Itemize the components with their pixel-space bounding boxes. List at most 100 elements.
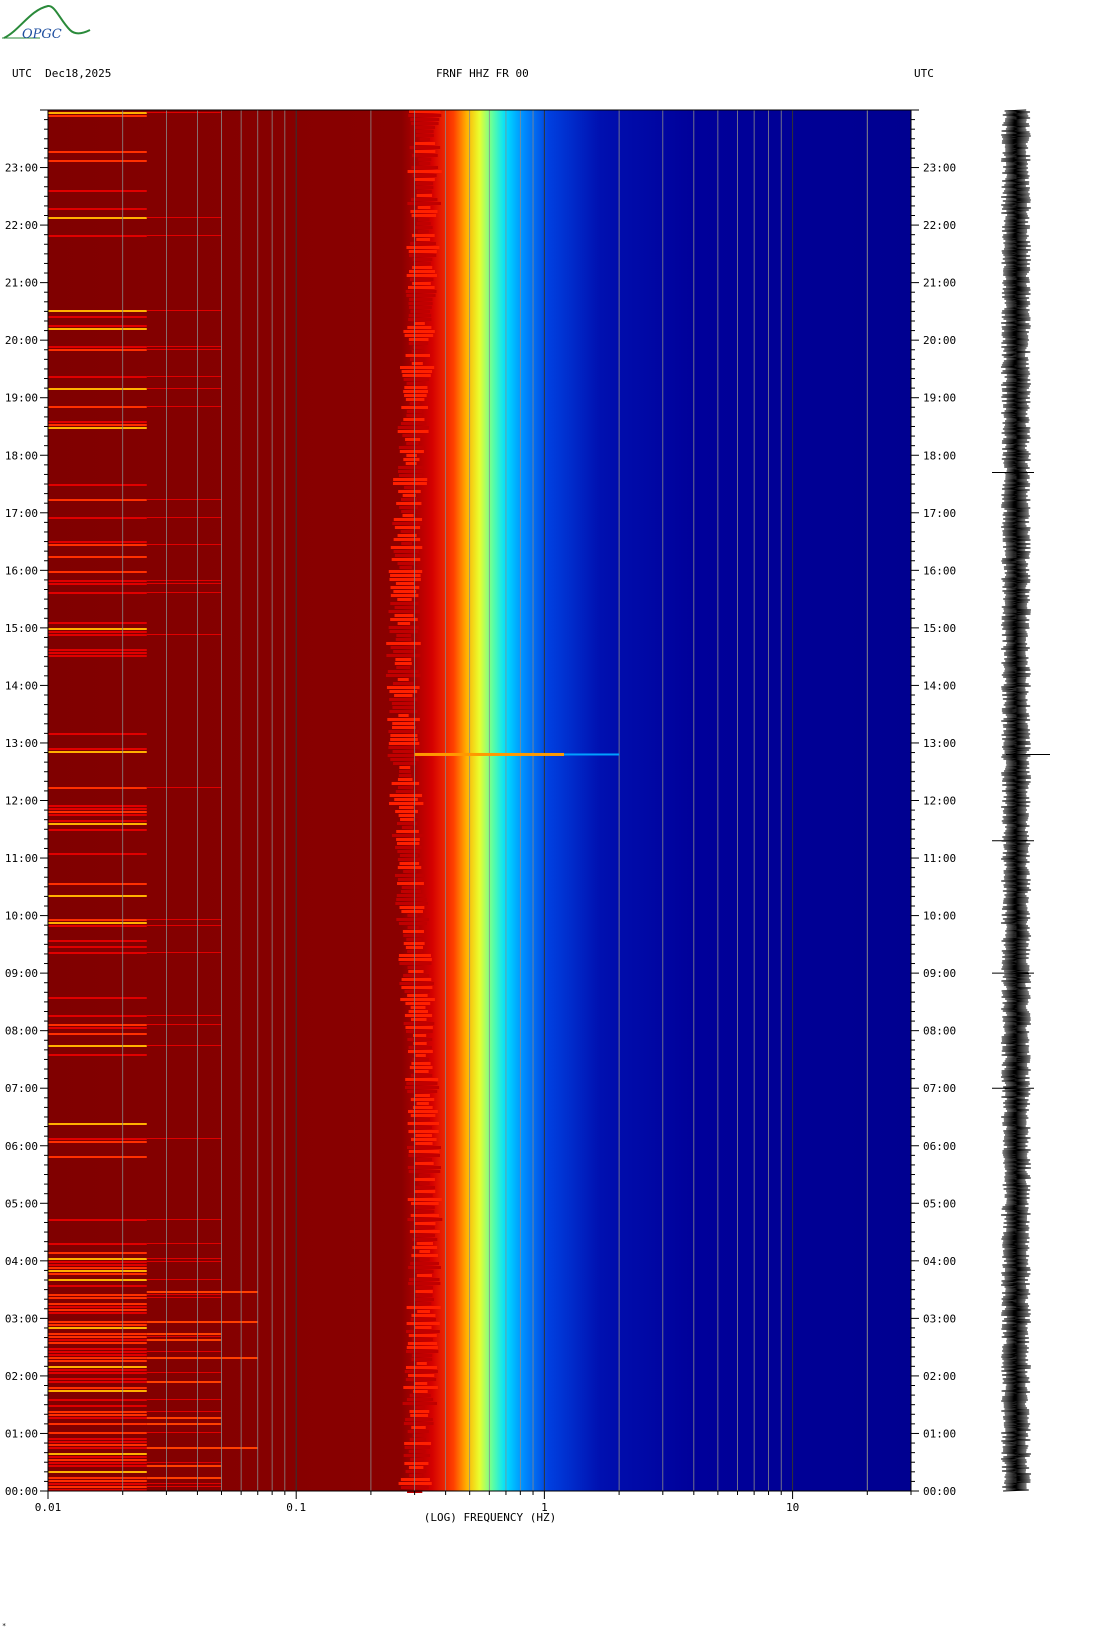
y-tick-label: 03:00 [923,1312,956,1325]
noise-stripe [48,1411,147,1413]
transition-noise [412,1246,438,1249]
transition-noise [406,1350,439,1353]
transition-noise [409,1410,430,1413]
transition-noise [407,914,418,917]
noise-stripe [146,235,222,236]
y-tick-label: 20:00 [5,334,38,347]
noise-stripe [48,1045,147,1047]
transition-noise [396,666,411,669]
y-tick-label: 08:00 [5,1025,38,1038]
noise-stripe [48,628,147,630]
noise-stripe [48,190,147,192]
noise-stripe [48,316,147,318]
noise-stripe [146,1336,222,1337]
noise-stripe [146,112,222,113]
transition-noise [399,806,414,809]
noise-stripe [48,1432,147,1434]
transition-noise [415,186,434,189]
y-tick-label: 12:00 [923,795,956,808]
transition-noise [392,522,424,525]
transition-noise [414,126,436,129]
transition-noise [414,1094,430,1097]
transition-noise [404,1462,429,1465]
transition-noise [417,206,431,209]
transition-noise [389,794,423,797]
transition-noise [404,990,430,993]
noise-stripe [48,1027,147,1029]
transition-noise [415,182,434,185]
x-axis-label: (LOG) FREQUENCY (HZ) [424,1511,556,1524]
y-tick-label: 11:00 [5,852,38,865]
transition-noise [408,1046,432,1049]
transition-noise [408,114,442,117]
transition-noise [416,194,433,197]
transition-noise [400,422,427,425]
transition-noise [391,558,421,561]
noise-stripe [48,427,147,429]
noise-stripe [48,1438,147,1440]
transition-noise [410,1074,433,1077]
transition-noise [406,938,422,941]
transition-noise [396,894,426,897]
transition-noise [390,618,418,621]
transition-noise [403,458,420,461]
noise-stripe [48,1138,147,1140]
transition-noise [396,842,420,845]
transition-noise [409,1438,426,1441]
transition-noise [418,230,429,233]
noise-stripe [48,1156,147,1158]
transition-noise [401,978,432,981]
noise-stripe [48,115,147,117]
noise-stripe [48,1483,147,1485]
noise-stripe [146,1015,222,1016]
noise-stripe [48,1441,147,1443]
noise-stripe [146,388,222,389]
transition-noise [406,1398,434,1401]
transition-noise [409,298,433,301]
noise-stripe [48,808,147,810]
transition-noise [406,246,440,249]
noise-stripe [146,1351,222,1352]
transition-noise [418,158,432,161]
transition-noise [408,1170,441,1173]
transition-noise [385,674,421,677]
transition-noise [396,830,419,833]
transition-noise [408,1150,440,1153]
transition-noise [388,610,420,613]
noise-stripe [48,1279,147,1281]
transition-noise [418,1174,431,1177]
transition-noise [398,490,421,493]
noise-stripe [48,1303,147,1305]
noise-stripe [48,1327,147,1329]
y-tick-label: 22:00 [5,219,38,232]
noise-stripe [146,1219,222,1220]
transition-noise [401,542,413,545]
noise-stripe [48,349,147,351]
transition-noise [396,898,427,901]
noise-stripe [146,580,222,581]
transition-noise [399,906,425,909]
transition-noise [394,874,426,877]
transition-noise [392,682,414,685]
transition-noise [397,786,414,789]
noise-stripe [48,1324,147,1326]
transition-noise [395,846,422,849]
transition-noise [415,1210,435,1213]
transition-noise [407,926,419,929]
y-tick-label: 06:00 [923,1140,956,1153]
noise-stripe [48,1264,147,1266]
noise-stripe [48,1405,147,1407]
noise-stripe [48,1033,147,1035]
noise-stripe [48,1462,147,1464]
transition-noise [405,1002,431,1005]
transition-noise [386,654,421,657]
transition-noise [398,958,432,961]
transition-noise [397,850,420,853]
transition-noise [408,250,437,253]
transition-noise [413,1042,427,1045]
transition-noise [408,1110,438,1113]
noise-stripe [48,895,147,897]
noise-stripe [48,217,147,219]
y-tick-label: 23:00 [5,162,38,175]
transition-noise [406,1306,441,1309]
